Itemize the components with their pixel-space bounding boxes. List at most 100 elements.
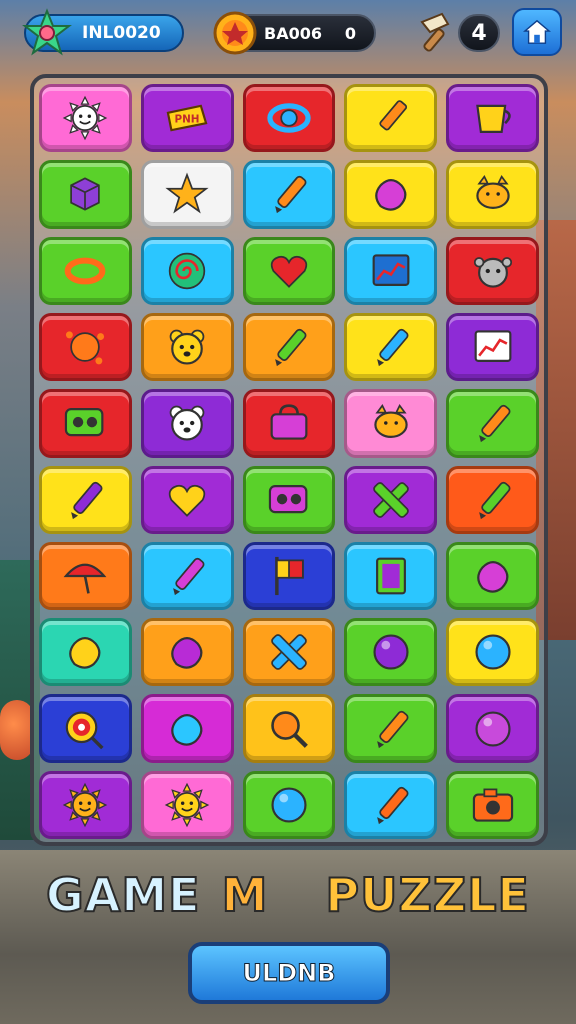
star-icon (165, 172, 209, 214)
tile-r1-c5[interactable] (446, 84, 539, 153)
pencil-icon (376, 328, 409, 367)
tile-r4-c5[interactable] (446, 312, 539, 382)
tile-r7-c4[interactable] (344, 541, 438, 611)
tile-r3-c4[interactable] (344, 236, 438, 305)
tile-r8-c4[interactable] (344, 618, 438, 687)
ball-icon (475, 634, 511, 670)
round-label: 4 (471, 20, 487, 46)
play-button-label: ULDNB (242, 959, 336, 988)
tile-r1-c1[interactable] (39, 84, 132, 153)
pencil-icon (478, 481, 511, 519)
tile-r3-c5[interactable] (446, 236, 539, 305)
ball-icon (271, 787, 307, 823)
tile-r6-c3[interactable] (242, 465, 336, 534)
tile-r3-c3[interactable] (242, 236, 336, 305)
tile-r7-c1[interactable] (39, 541, 132, 611)
tile-grid: PNH (39, 84, 539, 839)
tile-r10-c3[interactable] (242, 770, 336, 839)
background-flowers (0, 700, 34, 760)
tile-r3-c2[interactable] (140, 236, 234, 305)
pencil-icon (275, 328, 307, 367)
blob-icon (171, 637, 203, 669)
umbrella-icon (63, 563, 107, 594)
coins-value: 0 (344, 23, 356, 43)
tile-r10-c4[interactable] (344, 770, 438, 839)
tile-r6-c5[interactable] (446, 465, 539, 534)
home-icon (523, 19, 551, 44)
card-icon (375, 557, 406, 595)
tile-r4-c4[interactable] (344, 312, 438, 382)
cube-icon (70, 177, 101, 212)
game-title: GAME M PUZZLE (0, 867, 576, 923)
tile-r9-c3[interactable] (242, 694, 336, 763)
pencil-icon (376, 710, 409, 748)
tile-r1-c3[interactable] (242, 84, 336, 153)
tile-r2-c2[interactable] (140, 160, 234, 229)
tile-r1-c2[interactable]: PNH (140, 84, 234, 153)
chart-icon (372, 254, 410, 286)
tile-r10-c1[interactable] (39, 770, 132, 839)
score-label: INL0020 (82, 23, 161, 43)
tile-r8-c2[interactable] (140, 618, 234, 687)
tile-r9-c5[interactable] (446, 694, 539, 763)
crayon-icon (379, 100, 407, 131)
pencil-icon (478, 405, 511, 443)
ball-icon (373, 634, 409, 670)
cross-icon (372, 481, 409, 518)
tile-r9-c1[interactable] (39, 694, 132, 763)
tile-r6-c4[interactable] (344, 465, 438, 534)
ball-icon (475, 710, 511, 747)
pencil-icon (71, 481, 103, 519)
sun-face-icon (164, 782, 210, 828)
coin-icon (213, 11, 257, 55)
ring-icon (65, 257, 106, 285)
tile-r7-c3[interactable] (242, 541, 336, 611)
hammer-icon[interactable] (412, 10, 456, 54)
tile-r6-c2[interactable] (140, 465, 234, 534)
tile-r2-c1[interactable] (39, 160, 132, 229)
target-icon (66, 710, 104, 749)
title-word-2: M (221, 867, 269, 923)
chart-icon (474, 330, 512, 362)
tile-r7-c2[interactable] (140, 541, 234, 611)
tile-r10-c2[interactable] (140, 770, 234, 839)
home-button[interactable] (512, 8, 562, 56)
tile-r7-c5[interactable] (446, 541, 539, 611)
bear-icon (169, 329, 205, 365)
tile-r3-c1[interactable] (39, 236, 132, 305)
tile-r8-c3[interactable] (242, 618, 336, 687)
tile-r1-c4[interactable] (344, 84, 438, 153)
eye-icon (267, 103, 311, 133)
tile-r4-c2[interactable] (140, 312, 234, 382)
tile-r6-c1[interactable] (39, 465, 132, 534)
play-button[interactable]: ULDNB (188, 942, 390, 1004)
speaker-icon (268, 484, 308, 513)
tile-r5-c2[interactable] (140, 389, 234, 458)
pencil-icon (275, 176, 307, 214)
pencil-icon (173, 557, 205, 596)
tile-r4-c3[interactable] (242, 312, 336, 382)
tile-r2-c3[interactable] (242, 160, 336, 229)
tile-r5-c1[interactable] (39, 389, 132, 458)
tile-r5-c4[interactable] (344, 389, 438, 458)
tile-r2-c5[interactable] (446, 160, 539, 229)
tile-r2-c4[interactable] (344, 160, 438, 229)
cat-icon (374, 404, 408, 439)
tile-r9-c2[interactable] (140, 694, 234, 763)
spiral-icon (168, 252, 206, 289)
tile-r5-c5[interactable] (446, 389, 539, 458)
tile-r5-c3[interactable] (242, 389, 336, 458)
flag-icon (275, 556, 304, 596)
tile-r4-c1[interactable] (39, 312, 132, 382)
cat-icon (475, 175, 510, 210)
bear-icon (169, 406, 205, 441)
sign-icon: PNH (166, 104, 208, 132)
round-counter: 4 (458, 14, 500, 52)
camera-icon (472, 788, 513, 822)
blob-icon (69, 637, 101, 669)
tile-r8-c1[interactable] (39, 618, 132, 687)
tile-r8-c5[interactable] (446, 618, 539, 687)
monster-icon (473, 256, 512, 288)
tile-r9-c4[interactable] (344, 694, 438, 763)
tile-r10-c5[interactable] (446, 770, 539, 839)
